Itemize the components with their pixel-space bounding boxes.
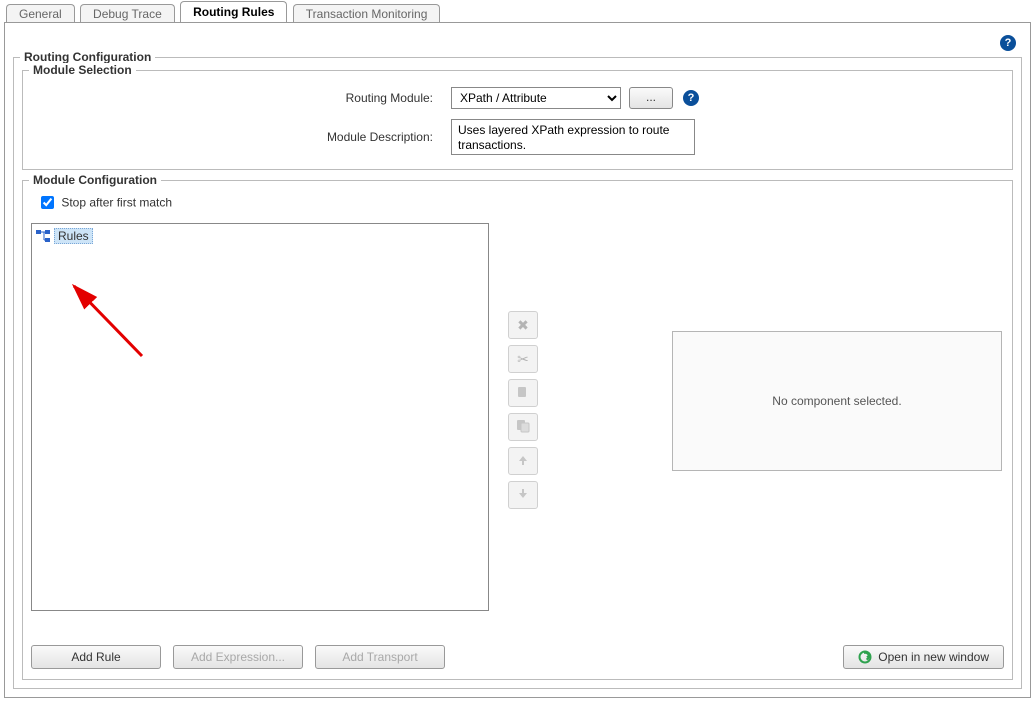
move-up-button[interactable] <box>508 447 538 475</box>
open-new-window-icon <box>858 650 872 664</box>
add-expression-label: Add Expression... <box>191 650 285 664</box>
help-icon[interactable]: ? <box>1000 35 1016 51</box>
tab-transaction-monitoring[interactable]: Transaction Monitoring <box>293 4 441 23</box>
add-transport-label: Add Transport <box>342 650 417 664</box>
routing-module-browse-button[interactable]: ... <box>629 87 673 109</box>
stop-after-first-match-checkbox[interactable] <box>41 196 54 209</box>
row-module-description: Module Description: Uses layered XPath e… <box>31 119 1004 155</box>
add-transport-button[interactable]: Add Transport <box>315 645 445 669</box>
arrow-down-icon <box>517 487 529 503</box>
component-details-panel: No component selected. <box>672 331 1002 471</box>
fieldset-routing-configuration: Routing Configuration Module Selection R… <box>13 57 1022 689</box>
tab-body: ? Routing Configuration Module Selection… <box>4 22 1031 698</box>
tab-strip: General Debug Trace Routing Rules Transa… <box>0 0 1035 22</box>
scissors-icon: ✂ <box>517 351 529 368</box>
legend-module-selection: Module Selection <box>29 63 136 77</box>
tab-debug-trace[interactable]: Debug Trace <box>80 4 175 23</box>
add-rule-button[interactable]: Add Rule <box>31 645 161 669</box>
copy-button[interactable] <box>508 379 538 407</box>
stop-after-first-match-label: Stop after first match <box>61 196 172 210</box>
tab-routing-rules[interactable]: Routing Rules <box>180 1 287 22</box>
row-routing-module: Routing Module: XPath / Attribute ... ? <box>31 87 1004 109</box>
help-icon-routing-module[interactable]: ? <box>683 90 699 106</box>
routing-module-select[interactable]: XPath / Attribute <box>451 87 621 109</box>
move-down-button[interactable] <box>508 481 538 509</box>
no-component-selected-label: No component selected. <box>772 394 901 408</box>
paste-button[interactable] <box>508 413 538 441</box>
arrow-up-icon <box>517 453 529 469</box>
paste-icon <box>516 419 530 436</box>
tree-branch-icon <box>36 230 50 242</box>
module-description-text: Uses layered XPath expression to route t… <box>451 119 695 155</box>
open-in-new-window-label: Open in new window <box>878 650 989 664</box>
rules-tree-panel[interactable]: Rules <box>31 223 489 611</box>
row-stop-after-first-match: Stop after first match <box>37 193 1004 212</box>
bottom-button-row: Add Rule Add Expression... Add Transport <box>31 645 1004 669</box>
tree-toolbar: ✖ ✂ <box>508 311 542 509</box>
add-expression-button[interactable]: Add Expression... <box>173 645 303 669</box>
legend-routing-configuration: Routing Configuration <box>20 50 155 64</box>
annotation-arrow <box>64 278 154 368</box>
open-in-new-window-button[interactable]: Open in new window <box>843 645 1004 669</box>
label-routing-module: Routing Module: <box>31 91 451 105</box>
label-module-description: Module Description: <box>31 130 451 144</box>
tree-root-node[interactable]: Rules <box>36 228 484 244</box>
cut-button[interactable]: ✂ <box>508 345 538 373</box>
add-rule-label: Add Rule <box>71 650 120 664</box>
legend-module-configuration: Module Configuration <box>29 173 161 187</box>
tree-root-label: Rules <box>54 228 93 244</box>
tab-general[interactable]: General <box>6 4 75 23</box>
close-x-icon: ✖ <box>517 317 529 334</box>
fieldset-module-configuration: Module Configuration Stop after first ma… <box>22 180 1013 680</box>
copy-icon <box>516 385 530 402</box>
fieldset-module-selection: Module Selection Routing Module: XPath /… <box>22 70 1013 170</box>
app-root: General Debug Trace Routing Rules Transa… <box>0 0 1035 704</box>
delete-button[interactable]: ✖ <box>508 311 538 339</box>
